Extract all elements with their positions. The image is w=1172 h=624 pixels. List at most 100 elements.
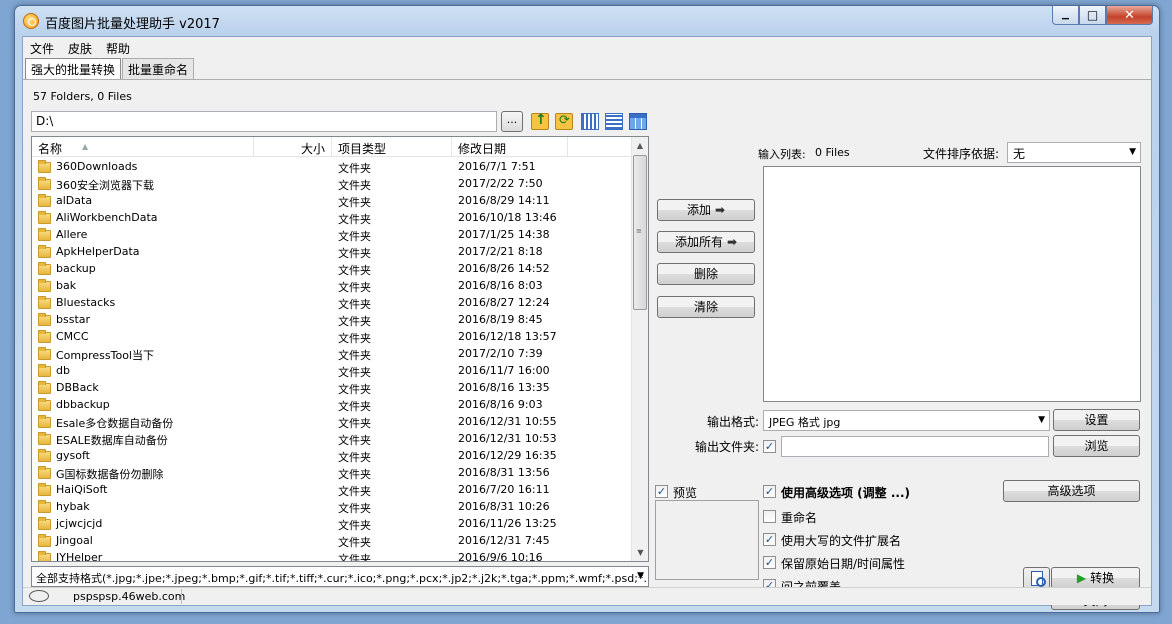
chevron-down-icon: ▼ <box>1038 415 1045 425</box>
row-name: CMCC <box>56 330 89 343</box>
menu-skin[interactable]: 皮肤 <box>61 37 99 57</box>
table-row[interactable]: backup 文件夹 2016/8/26 14:52 <box>32 261 636 278</box>
minimize-button[interactable]: ▁ <box>1052 6 1079 25</box>
folder-up-icon[interactable] <box>531 112 549 130</box>
file-list-scrollbar[interactable]: ▲ ≡ ▼ <box>631 137 648 561</box>
folder-icon <box>38 364 51 377</box>
table-row[interactable]: CMCC 文件夹 2016/12/18 13:57 <box>32 329 636 346</box>
table-row[interactable]: CompressTool当下 文件夹 2017/2/10 7:39 <box>32 346 636 363</box>
output-folder-checkbox[interactable]: ✓ <box>763 440 776 453</box>
add-all-button[interactable]: 添加所有 ➡ <box>657 231 755 253</box>
add-button-label: 添加 <box>686 203 711 217</box>
scroll-down-icon[interactable]: ▼ <box>632 544 648 561</box>
settings-button[interactable]: 设置 <box>1053 409 1140 431</box>
client-area: 文件 皮肤 帮助 强大的批量转换 批量重命名 57 Folders, 0 Fil… <box>22 36 1152 610</box>
browse-output-button[interactable]: 浏览 <box>1053 435 1140 457</box>
table-row[interactable]: DBBack 文件夹 2016/8/16 13:35 <box>32 380 636 397</box>
uppercase-ext-checkbox[interactable]: ✓ <box>763 533 776 546</box>
advanced-options-button[interactable]: 高级选项 <box>1003 480 1140 502</box>
table-row[interactable]: alData 文件夹 2016/8/29 14:11 <box>32 193 636 210</box>
row-date: 2016/8/27 12:24 <box>458 296 550 309</box>
row-date: 2016/12/18 13:57 <box>458 330 557 343</box>
table-row[interactable]: gysoft 文件夹 2016/12/29 16:35 <box>32 448 636 465</box>
row-date: 2017/1/25 14:38 <box>458 228 550 241</box>
folder-icon <box>38 398 51 411</box>
scroll-up-icon[interactable]: ▲ <box>632 137 648 154</box>
row-name: backup <box>56 262 96 275</box>
rename-checkbox[interactable] <box>763 510 776 523</box>
row-type: 文件夹 <box>338 468 371 481</box>
menu-help[interactable]: 帮助 <box>99 37 137 57</box>
menu-file[interactable]: 文件 <box>23 37 61 57</box>
table-row[interactable]: JYHelper 文件夹 2016/9/6 10:16 <box>32 550 636 561</box>
maximize-button[interactable]: □ <box>1079 6 1106 25</box>
folder-icon <box>38 228 51 241</box>
table-row[interactable]: 360安全浏览器下载 文件夹 2017/2/22 7:50 <box>32 176 636 193</box>
column-date[interactable]: 修改日期 <box>452 137 568 157</box>
tab-batch-rename[interactable]: 批量重命名 <box>122 58 195 79</box>
row-name: 360Downloads <box>56 160 138 173</box>
sort-ascending-icon: ▲ <box>82 142 89 151</box>
path-input[interactable]: D:\ <box>31 111 497 132</box>
table-row[interactable]: Allere 文件夹 2017/1/25 14:38 <box>32 227 636 244</box>
file-list[interactable]: 名称 ▲ 大小 项目类型 修改日期 360Downloads 文件夹 2016/7/… <box>31 136 649 562</box>
table-row[interactable]: G国标数据备份勿删除 文件夹 2016/8/31 13:56 <box>32 465 636 482</box>
table-row[interactable]: hybak 文件夹 2016/8/31 10:26 <box>32 499 636 516</box>
row-type: 文件夹 <box>338 502 371 515</box>
row-date: 2017/2/22 7:50 <box>458 177 543 190</box>
table-row[interactable]: bsstar 文件夹 2016/8/19 8:45 <box>32 312 636 329</box>
column-type[interactable]: 项目类型 <box>332 137 452 157</box>
title-bar[interactable]: 百度图片批量处理助手 v2017 ▁ □ ✕ <box>15 6 1159 34</box>
row-type: 文件夹 <box>338 281 371 294</box>
table-row[interactable]: AliWorkbenchData 文件夹 2016/10/18 13:46 <box>32 210 636 227</box>
sort-by-select[interactable]: 无 ▼ <box>1007 142 1141 163</box>
view-log-icon[interactable] <box>1023 567 1050 589</box>
row-name: Esale多仓数据自动备份 <box>56 417 174 430</box>
close-window-button[interactable]: ✕ <box>1106 6 1153 25</box>
row-date: 2017/2/21 8:18 <box>458 245 543 258</box>
play-icon: ▶ <box>1076 571 1087 585</box>
table-row[interactable]: Esale多仓数据自动备份 文件夹 2016/12/31 10:55 <box>32 414 636 431</box>
row-type: 文件夹 <box>338 332 371 345</box>
output-format-select[interactable]: JPEG 格式 jpg ▼ <box>763 410 1050 431</box>
list-view-icon[interactable] <box>605 113 623 130</box>
table-row[interactable]: dbbackup 文件夹 2016/8/16 9:03 <box>32 397 636 414</box>
window-title: 百度图片批量处理助手 v2017 <box>45 17 220 32</box>
table-row[interactable]: db 文件夹 2016/11/7 16:00 <box>32 363 636 380</box>
refresh-folder-icon[interactable] <box>555 113 573 130</box>
app-logo-icon <box>23 13 39 29</box>
add-all-button-label: 添加所有 <box>674 235 723 249</box>
icon-view-icon[interactable] <box>581 113 599 130</box>
status-separator <box>181 589 182 604</box>
advanced-options-checkbox[interactable]: ✓ <box>763 485 776 498</box>
table-row[interactable]: ApkHelperData 文件夹 2017/2/21 8:18 <box>32 244 636 261</box>
keep-date-checkbox[interactable]: ✓ <box>763 556 776 569</box>
folder-icon <box>38 432 51 445</box>
file-type-filter[interactable]: 全部支持格式(*.jpg;*.jpe;*.jpeg;*.bmp;*.gif;*.… <box>31 566 649 587</box>
column-name[interactable]: 名称 ▲ <box>32 137 254 157</box>
table-row[interactable]: 360Downloads 文件夹 2016/7/1 7:51 <box>32 159 636 176</box>
table-row[interactable]: HaiQiSoft 文件夹 2016/7/20 16:11 <box>32 482 636 499</box>
table-row[interactable]: jcjwcjcjd 文件夹 2016/11/26 13:25 <box>32 516 636 533</box>
table-row[interactable]: ESALE数据库自动备份 文件夹 2016/12/31 10:53 <box>32 431 636 448</box>
row-date: 2016/8/29 14:11 <box>458 194 550 207</box>
preview-checkbox[interactable]: ✓ <box>655 485 668 498</box>
row-type: 文件夹 <box>338 196 371 209</box>
browse-folder-button[interactable]: ... <box>501 111 523 132</box>
input-file-list[interactable] <box>763 166 1141 402</box>
row-date: 2016/12/31 10:53 <box>458 432 557 445</box>
row-date: 2016/8/19 8:45 <box>458 313 543 326</box>
detail-view-icon[interactable] <box>629 113 647 130</box>
table-row[interactable]: Jingoal 文件夹 2016/12/31 7:45 <box>32 533 636 550</box>
column-size[interactable]: 大小 <box>254 137 332 157</box>
table-row[interactable]: bak 文件夹 2016/8/16 8:03 <box>32 278 636 295</box>
uppercase-ext-label: 使用大写的文件扩展名 <box>781 534 902 548</box>
table-row[interactable]: Bluestacks 文件夹 2016/8/27 12:24 <box>32 295 636 312</box>
convert-button[interactable]: ▶ 转换 <box>1051 567 1140 589</box>
row-type: 文件夹 <box>338 383 371 396</box>
tab-batch-convert[interactable]: 强大的批量转换 <box>25 58 122 80</box>
delete-button[interactable]: 删除 <box>657 263 755 285</box>
clear-button[interactable]: 清除 <box>657 296 755 318</box>
add-button[interactable]: 添加 ➡ <box>657 199 755 221</box>
output-folder-input[interactable] <box>781 436 1049 457</box>
